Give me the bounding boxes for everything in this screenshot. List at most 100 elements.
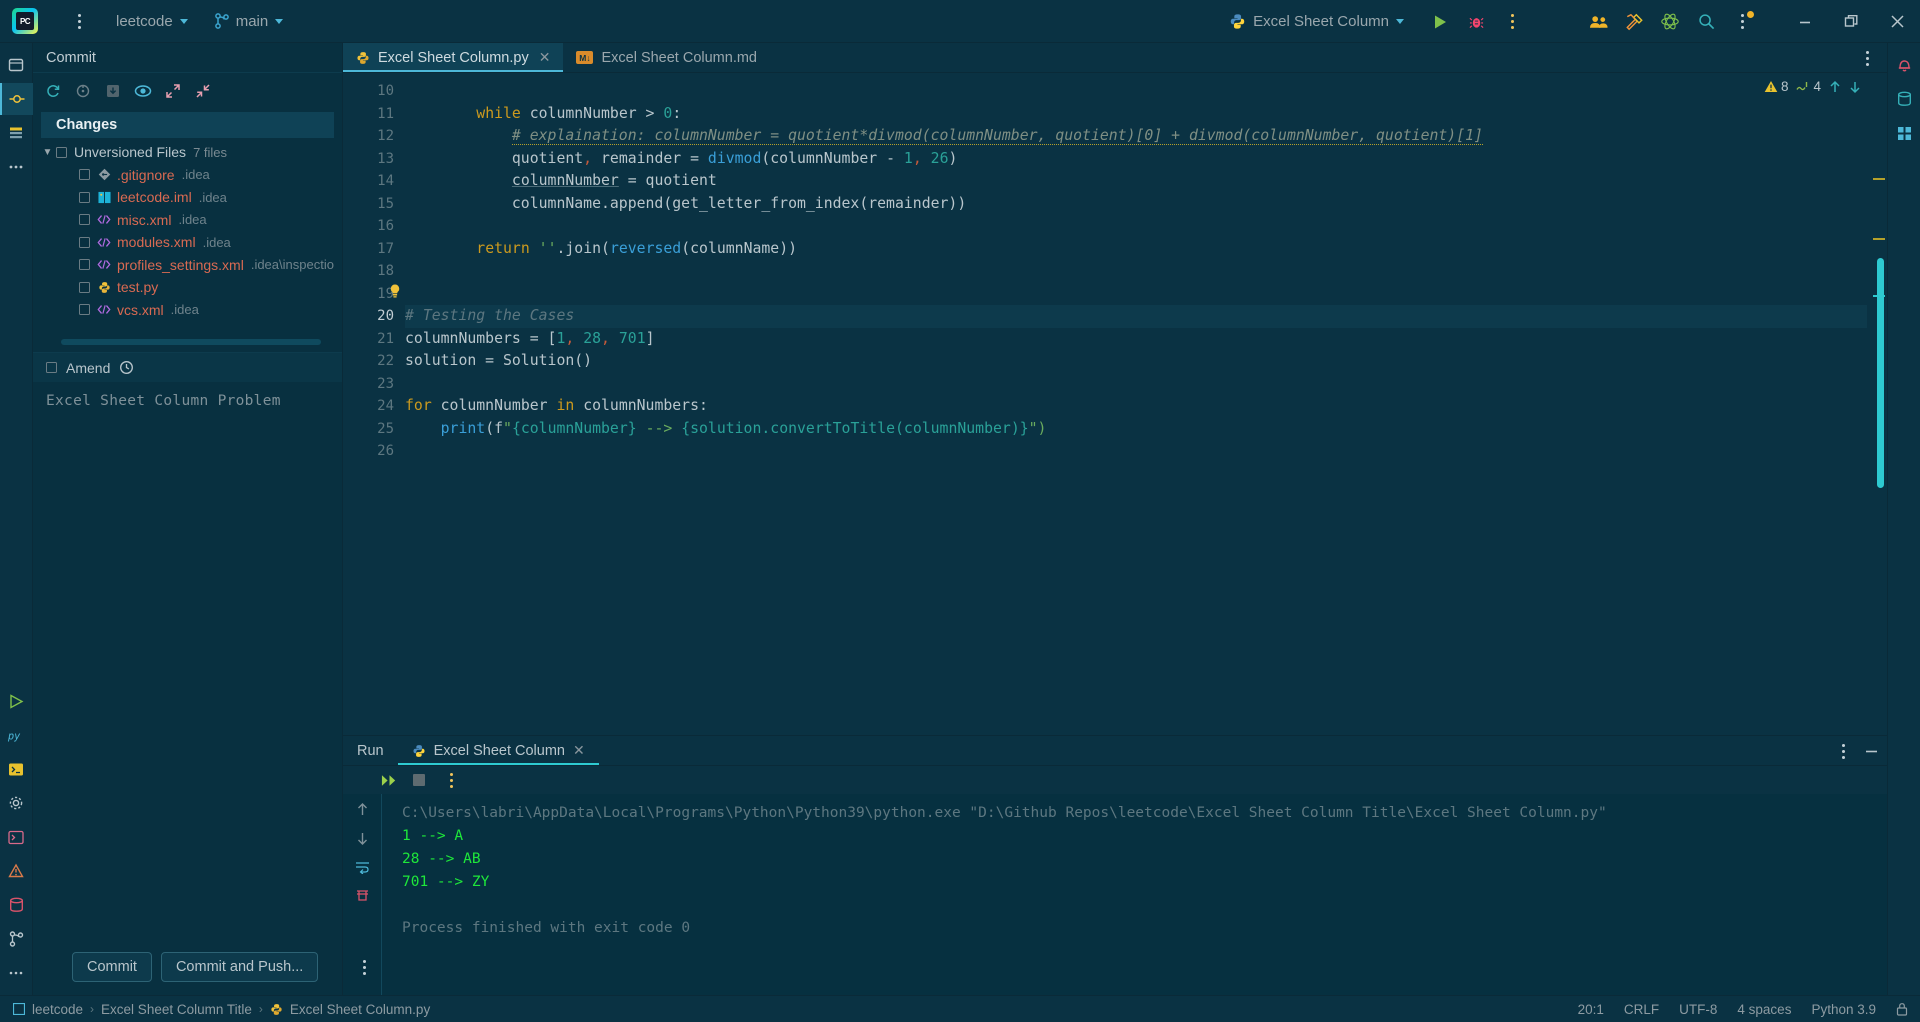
code-line[interactable]: [405, 440, 1867, 463]
commit-history-clock-icon[interactable]: [119, 360, 134, 375]
structure-tool-icon[interactable]: [0, 117, 33, 149]
close-tab-icon[interactable]: ✕: [539, 49, 551, 66]
file-checkbox[interactable]: [79, 304, 90, 316]
line-number[interactable]: 21: [343, 328, 405, 351]
breadcrumb-item-file[interactable]: Excel Sheet Column.py: [290, 1002, 430, 1017]
notifications-bell-icon[interactable]: [1888, 49, 1920, 81]
code-line[interactable]: # Testing the Cases: [405, 305, 1867, 328]
list-item[interactable]: .gitignore .idea: [33, 164, 342, 187]
console-options-button[interactable]: [440, 772, 462, 788]
amend-checkbox[interactable]: [46, 362, 57, 373]
line-number[interactable]: 13: [343, 148, 405, 171]
clear-console-button[interactable]: [355, 888, 370, 902]
code-editor[interactable]: 8 4 10 11 12 13 14 15 16 17 18 19 20 21 22 23 24 25 26: [343, 73, 1887, 735]
code-line[interactable]: columnNumber = quotient: [405, 170, 1867, 193]
rerun-button[interactable]: [381, 774, 398, 787]
breadcrumb-item-folder[interactable]: Excel Sheet Column Title: [101, 1002, 252, 1017]
more-run-actions-button[interactable]: [1494, 0, 1530, 43]
code-with-me-button[interactable]: [1580, 0, 1616, 43]
run-tool-icon[interactable]: [0, 685, 33, 717]
indent-setting[interactable]: 4 spaces: [1737, 1002, 1791, 1017]
editor-tab-options-button[interactable]: [1856, 43, 1878, 73]
code-line[interactable]: [405, 260, 1867, 283]
warning-marker[interactable]: [1873, 178, 1885, 180]
file-checkbox[interactable]: [79, 214, 90, 226]
more-rail-icon[interactable]: [0, 957, 33, 989]
file-checkbox[interactable]: [79, 281, 90, 293]
file-encoding[interactable]: UTF-8: [1679, 1002, 1717, 1017]
file-checkbox[interactable]: [79, 236, 90, 248]
collapse-all-button[interactable]: [190, 78, 216, 104]
commit-message-input[interactable]: Excel Sheet Column Problem: [33, 382, 342, 939]
console-output[interactable]: C:\Users\labri\AppData\Local\Programs\Py…: [381, 794, 1887, 995]
line-number[interactable]: 22: [343, 350, 405, 373]
database-right-icon[interactable]: [1888, 83, 1920, 115]
code-line[interactable]: [405, 373, 1867, 396]
atom-science-button[interactable]: [1652, 0, 1688, 43]
code-line[interactable]: [405, 80, 1867, 103]
git-tool-icon[interactable]: [0, 923, 33, 955]
group-checkbox[interactable]: [56, 146, 67, 158]
file-checkbox[interactable]: [79, 169, 90, 181]
code-line[interactable]: columnNumbers = [1, 28, 701]: [405, 328, 1867, 351]
close-tab-icon[interactable]: ✕: [573, 742, 585, 759]
main-menu-icon[interactable]: [68, 13, 90, 29]
hide-panel-button[interactable]: [1864, 744, 1879, 758]
tools-button[interactable]: [1616, 0, 1652, 43]
code-content[interactable]: while columnNumber > 0: # explaination: …: [405, 73, 1867, 735]
line-number[interactable]: 14: [343, 170, 405, 193]
weak-warnings-badge[interactable]: 4: [1796, 79, 1821, 94]
tab-run-excel-sheet-column[interactable]: Excel Sheet Column ✕: [398, 736, 599, 765]
changes-group-header[interactable]: Changes: [41, 112, 334, 138]
unversioned-files-group[interactable]: ▼ Unversioned Files 7 files: [33, 141, 342, 164]
maximize-window-button[interactable]: [1828, 0, 1874, 43]
caret-position[interactable]: 20:1: [1578, 1002, 1604, 1017]
line-number[interactable]: 10: [343, 80, 405, 103]
terminal-tool-icon[interactable]: [0, 753, 33, 785]
list-item[interactable]: misc.xml .idea: [33, 209, 342, 232]
minimize-window-button[interactable]: [1782, 0, 1828, 43]
caret-marker[interactable]: [1873, 295, 1885, 297]
code-line[interactable]: [405, 283, 1867, 306]
line-number[interactable]: 25: [343, 418, 405, 441]
line-number[interactable]: 18: [343, 260, 405, 283]
code-line[interactable]: [405, 215, 1867, 238]
settings-gear-icon[interactable]: [0, 787, 33, 819]
warning-marker[interactable]: [1873, 238, 1885, 240]
code-line[interactable]: while columnNumber > 0:: [405, 103, 1867, 126]
stop-process-button[interactable]: [412, 773, 426, 787]
more-tool-windows-icon[interactable]: [0, 151, 33, 183]
line-number[interactable]: 20: [343, 305, 405, 328]
code-line[interactable]: columnName.append(get_letter_from_index(…: [405, 193, 1867, 216]
scroll-down-button[interactable]: [356, 831, 369, 846]
more-commit-actions-icon[interactable]: [353, 959, 375, 975]
line-number[interactable]: 12: [343, 125, 405, 148]
next-problem-button[interactable]: [1849, 80, 1861, 94]
breadcrumb-item-project[interactable]: leetcode: [32, 1002, 83, 1017]
shelve-changes-button[interactable]: [100, 78, 126, 104]
commit-tool-icon[interactable]: [0, 83, 33, 115]
chevron-down-icon[interactable]: ▼: [39, 147, 56, 158]
code-line[interactable]: solution = Solution(): [405, 350, 1867, 373]
list-item[interactable]: test.py: [33, 276, 342, 299]
python-packages-icon[interactable]: py: [0, 719, 33, 751]
debug-button[interactable]: [1458, 0, 1494, 43]
changes-horizontal-scrollbar[interactable]: [61, 339, 321, 345]
search-everywhere-button[interactable]: [1688, 0, 1724, 43]
run-configuration-selector[interactable]: Excel Sheet Column: [1229, 13, 1404, 30]
line-number[interactable]: 17: [343, 238, 405, 261]
tab-excel-sheet-column-py[interactable]: Excel Sheet Column.py ✕: [343, 43, 564, 72]
list-item[interactable]: profiles_settings.xml .idea\inspectio: [33, 254, 342, 277]
previous-problem-button[interactable]: [1829, 80, 1841, 94]
branch-selector[interactable]: main: [214, 13, 284, 30]
line-number[interactable]: 26: [343, 440, 405, 463]
line-number[interactable]: 11: [343, 103, 405, 126]
line-separator[interactable]: CRLF: [1624, 1002, 1659, 1017]
project-tool-icon[interactable]: [0, 49, 33, 81]
warnings-badge[interactable]: 8: [1764, 79, 1788, 94]
code-line[interactable]: quotient, remainder = divmod(columnNumbe…: [405, 148, 1867, 171]
code-line[interactable]: return ''.join(reversed(columnName)): [405, 238, 1867, 261]
list-item[interactable]: modules.xml .idea: [33, 231, 342, 254]
code-line[interactable]: for columnNumber in columnNumbers:: [405, 395, 1867, 418]
list-item[interactable]: vcs.xml .idea: [33, 299, 342, 322]
